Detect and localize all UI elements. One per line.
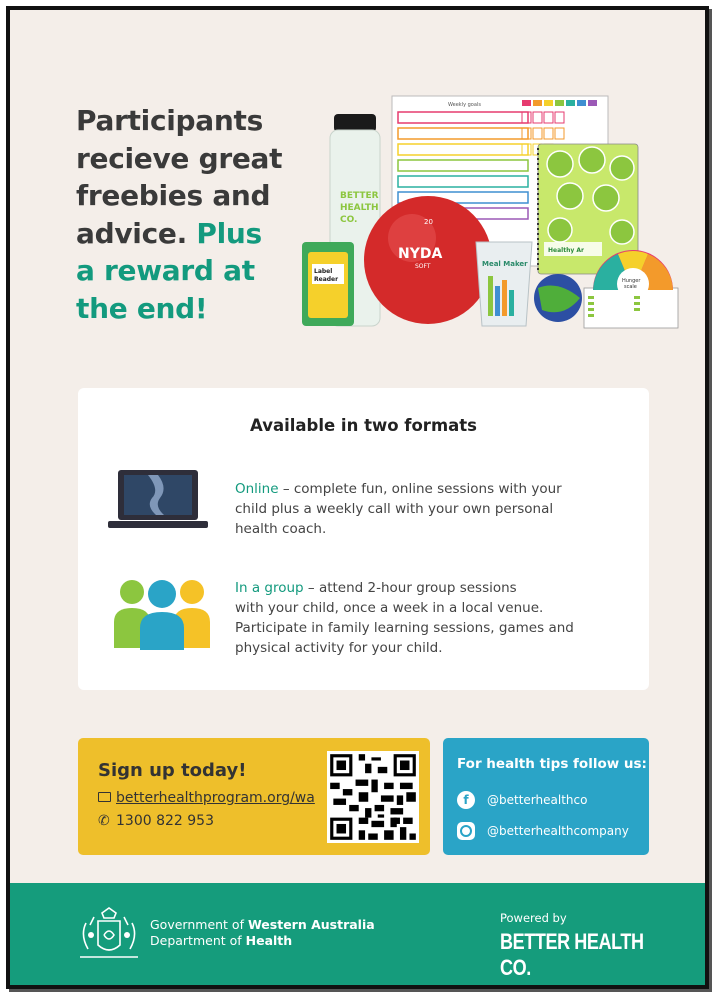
gov-name: Western Australia <box>247 917 375 932</box>
ball-subtext: SOFT <box>415 263 431 270</box>
group-label: In a group <box>235 580 304 596</box>
online-line: health coach. <box>235 521 327 537</box>
monitor-icon <box>98 792 111 802</box>
signup-panel: Sign up today! betterhealthprogram.org/w… <box>78 738 430 855</box>
wheel-text: scale <box>624 284 637 290</box>
group-line: Participate in family learning sessions,… <box>235 620 574 636</box>
headline-highlight: a reward at <box>76 254 255 287</box>
flyer: Participants recieve great freebies and … <box>6 6 709 989</box>
meal-maker-cup: Meal Maker <box>475 241 533 327</box>
signup-link[interactable]: betterhealthprogram.org/wa <box>98 790 315 806</box>
online-description: Online – complete fun, online sessions w… <box>235 479 562 539</box>
instagram-link[interactable]: @betterhealthcompany <box>457 822 629 840</box>
group-line: In a group – attend 2-hour group session… <box>235 578 574 598</box>
formats-card: Available in two formats Online – comple… <box>78 388 649 690</box>
footer: Government of Western Australia Departme… <box>10 883 705 985</box>
social-title: For health tips follow us: <box>457 756 647 772</box>
freebies-image: Weekly goals Healthy Ar BETTER HEALTH CO… <box>302 95 679 329</box>
headline-line: recieve great <box>76 141 283 175</box>
signup-title: Sign up today! <box>98 760 247 781</box>
label-reader-card: Label Reader <box>302 242 354 326</box>
instagram-icon <box>457 822 475 840</box>
headline-highlight: the end! <box>76 291 208 325</box>
headline-highlight: Plus <box>196 216 262 250</box>
instagram-handle: @betterhealthcompany <box>487 824 629 838</box>
bottle-text: BETTER <box>340 191 379 201</box>
group-icon <box>114 580 210 650</box>
red-ball: NYDA SOFT 20 <box>364 196 492 324</box>
group-line: physical activity for your child. <box>235 640 443 656</box>
headline-text: advice. <box>76 216 187 250</box>
headline-line: freebies and <box>76 179 271 212</box>
social-panel: For health tips follow us: f @betterhealt… <box>443 738 649 855</box>
group-text: – attend 2-hour group sessions <box>303 580 517 596</box>
online-label: Online <box>235 481 279 497</box>
headline: Participants recieve great freebies and … <box>76 102 316 327</box>
online-line: child plus a weekly call with your own p… <box>235 501 554 517</box>
phone-icon: ✆ <box>98 813 110 829</box>
facebook-link[interactable]: f @betterhealthco <box>457 791 587 809</box>
card-text: Reader <box>314 276 338 283</box>
facebook-handle: @betterhealthco <box>487 793 588 807</box>
qr-code[interactable] <box>327 751 419 843</box>
powered-by: Powered by <box>500 911 567 925</box>
facebook-icon: f <box>457 791 475 809</box>
bottle-text: HEALTH <box>340 203 379 213</box>
government-crest-icon <box>80 907 138 958</box>
dept-name: Health <box>245 933 293 948</box>
cup-text: Meal Maker <box>482 260 528 268</box>
headline-line: advice. Plus <box>76 215 316 253</box>
signup-phone[interactable]: ✆ 1300 822 953 <box>98 813 214 829</box>
online-line: Online – complete fun, online sessions w… <box>235 479 562 499</box>
gov-prefix: Government of <box>150 917 248 932</box>
group-description: In a group – attend 2-hour group session… <box>235 578 574 658</box>
bottle-text: CO. <box>340 215 357 225</box>
government-line: Government of Western Australia <box>150 917 375 933</box>
headline-line: Participants <box>76 104 263 137</box>
online-text: – complete fun, online sessions with you… <box>278 481 562 497</box>
ball-number: 20 <box>424 218 433 226</box>
department-line: Department of Health <box>150 933 375 949</box>
brand-logo: BETTER HEALTH CO. <box>500 929 644 980</box>
stress-ball <box>534 274 582 322</box>
notebook-label: Healthy Ar <box>548 247 584 254</box>
phone-number: 1300 822 953 <box>116 813 214 829</box>
government-text: Government of Western Australia Departme… <box>150 917 375 949</box>
group-line: with your child, once a week in a local … <box>235 600 544 616</box>
ball-text: NYDA <box>398 246 442 262</box>
dept-prefix: Department of <box>150 933 246 948</box>
laptop-icon <box>108 470 208 528</box>
signup-url: betterhealthprogram.org/wa <box>116 790 315 806</box>
formats-title: Available in two formats <box>250 416 477 435</box>
card-text: Label <box>314 268 332 275</box>
planner-title: Weekly goals <box>448 102 481 108</box>
